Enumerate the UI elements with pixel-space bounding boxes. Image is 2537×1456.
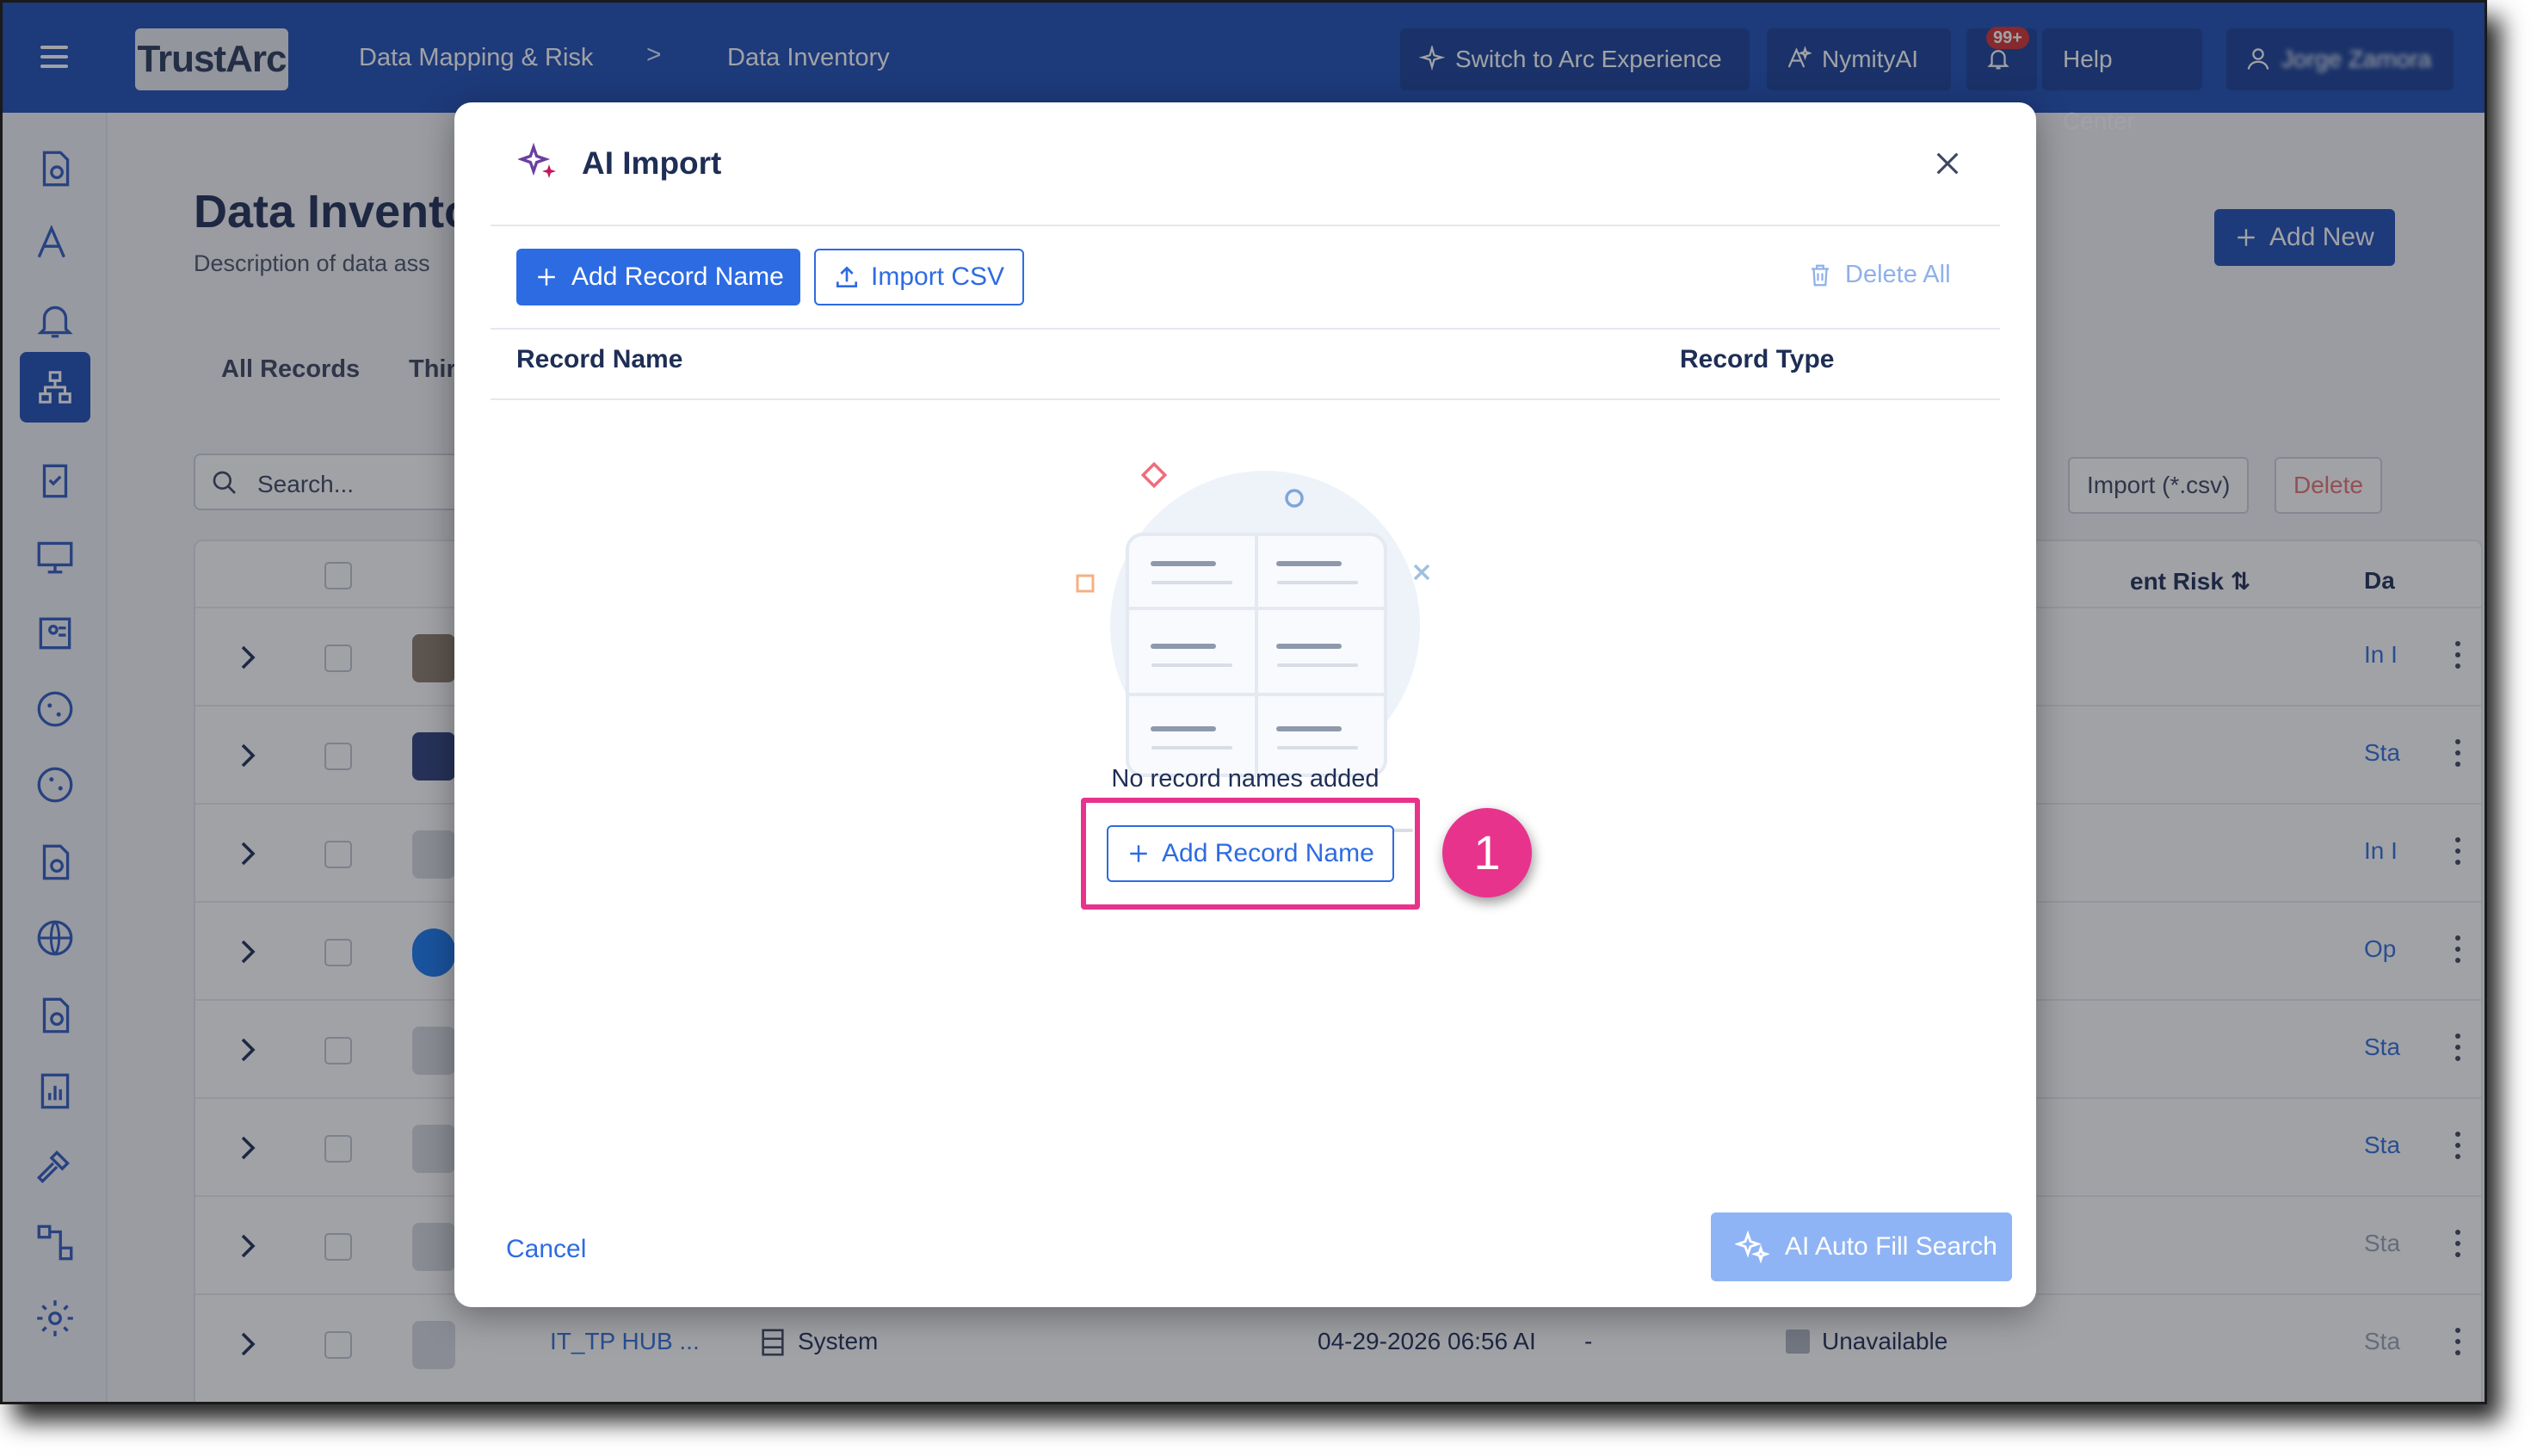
ai-import-modal: AI Import Add Record Name Import CSV Del… [454, 102, 2036, 1307]
empty-add-record-name-button[interactable]: Add Record Name [1107, 825, 1394, 882]
sparkle-icon [518, 142, 556, 178]
ai-auto-fill-label: AI Auto Fill Search [1785, 1232, 1997, 1261]
empty-add-record-name-label: Add Record Name [1162, 839, 1374, 867]
import-csv-button[interactable]: Import CSV [814, 249, 1024, 305]
tutorial-step-badge: 1 [1442, 808, 1532, 898]
plus-icon [538, 268, 555, 286]
add-record-name-label: Add Record Name [571, 262, 784, 291]
col-header-record-name: Record Name [516, 345, 683, 373]
cancel-button[interactable]: Cancel [506, 1235, 586, 1264]
upload-icon [836, 266, 857, 287]
add-record-name-button[interactable]: Add Record Name [516, 249, 800, 305]
delete-all-label: Delete All [1845, 261, 1951, 288]
import-csv-label: Import CSV [871, 262, 1005, 291]
plus-icon [1130, 845, 1147, 862]
close-icon[interactable] [1933, 149, 1962, 178]
divider [491, 398, 2000, 400]
divider [491, 225, 2000, 226]
col-header-record-type: Record Type [1680, 345, 1835, 373]
app-window: TrustArc Data Mapping & Risk > Data Inve… [0, 0, 2487, 1404]
delete-all-button[interactable]: Delete All [1807, 261, 1951, 289]
sparkle-icon [1735, 1230, 1769, 1264]
stage: TrustArc Data Mapping & Risk > Data Inve… [0, 0, 2537, 1456]
trash-icon [1812, 264, 1829, 287]
divider [491, 328, 2000, 330]
empty-state-message: No record names added [1111, 765, 1380, 793]
ai-auto-fill-search-button[interactable]: AI Auto Fill Search [1711, 1212, 2012, 1281]
modal-title: AI Import [582, 145, 722, 181]
